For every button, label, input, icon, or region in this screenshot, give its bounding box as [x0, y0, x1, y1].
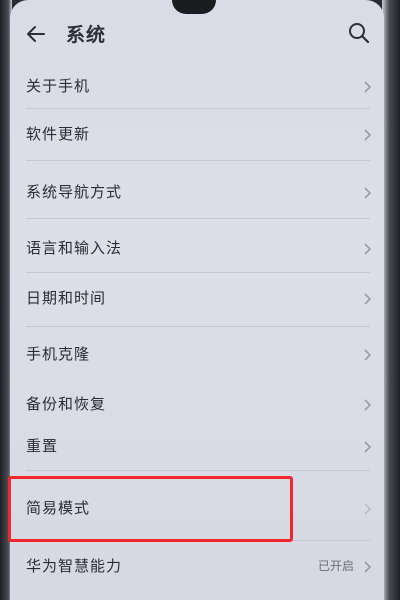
- divider: [26, 326, 370, 327]
- highlight-annotation-box: [8, 476, 293, 542]
- divider: [26, 218, 370, 219]
- phone-frame: 系统 关于手机 软件更新 系统导航方式 语言和输入法 日期和时间 手机克隆 备份…: [0, 0, 400, 600]
- search-icon[interactable]: [346, 20, 372, 46]
- settings-item-label: 华为智慧能力: [26, 557, 123, 575]
- settings-item-about-phone[interactable]: 关于手机: [10, 60, 384, 112]
- chevron-right-icon: [362, 439, 372, 453]
- divider: [26, 470, 370, 471]
- chevron-right-icon: [362, 241, 372, 255]
- arrow-left-icon[interactable]: [24, 22, 48, 46]
- chevron-right-icon: [362, 559, 372, 573]
- settings-item-label: 语言和输入法: [26, 239, 123, 257]
- settings-item-label: 软件更新: [26, 125, 91, 143]
- settings-item-label: 日期和时间: [26, 289, 107, 307]
- settings-item-system-navigation[interactable]: 系统导航方式: [10, 166, 384, 218]
- bezel-right: [382, 0, 400, 600]
- chevron-right-icon: [362, 79, 372, 93]
- settings-item-date-time[interactable]: 日期和时间: [10, 272, 384, 324]
- settings-item-reset[interactable]: 重置: [10, 420, 384, 472]
- settings-item-label: 关于手机: [26, 77, 91, 95]
- settings-item-language-input[interactable]: 语言和输入法: [10, 222, 384, 274]
- chevron-right-icon: [362, 347, 372, 361]
- settings-item-label: 手机克隆: [26, 345, 91, 363]
- settings-item-label: 重置: [26, 437, 59, 455]
- divider: [26, 160, 370, 161]
- chevron-right-icon: [362, 501, 372, 515]
- settings-item-label: 备份和恢复: [26, 395, 107, 413]
- settings-item-huawei-intelligence[interactable]: 华为智慧能力 已开启: [10, 540, 384, 592]
- chevron-right-icon: [362, 291, 372, 305]
- chevron-right-icon: [362, 397, 372, 411]
- chevron-right-icon: [362, 185, 372, 199]
- settings-item-phone-clone[interactable]: 手机克隆: [10, 328, 384, 380]
- page-title: 系统: [66, 24, 107, 46]
- chevron-right-icon: [362, 127, 372, 141]
- status-value: 已开启: [317, 559, 354, 573]
- settings-item-label: 系统导航方式: [26, 183, 123, 201]
- settings-item-software-update[interactable]: 软件更新: [10, 108, 384, 160]
